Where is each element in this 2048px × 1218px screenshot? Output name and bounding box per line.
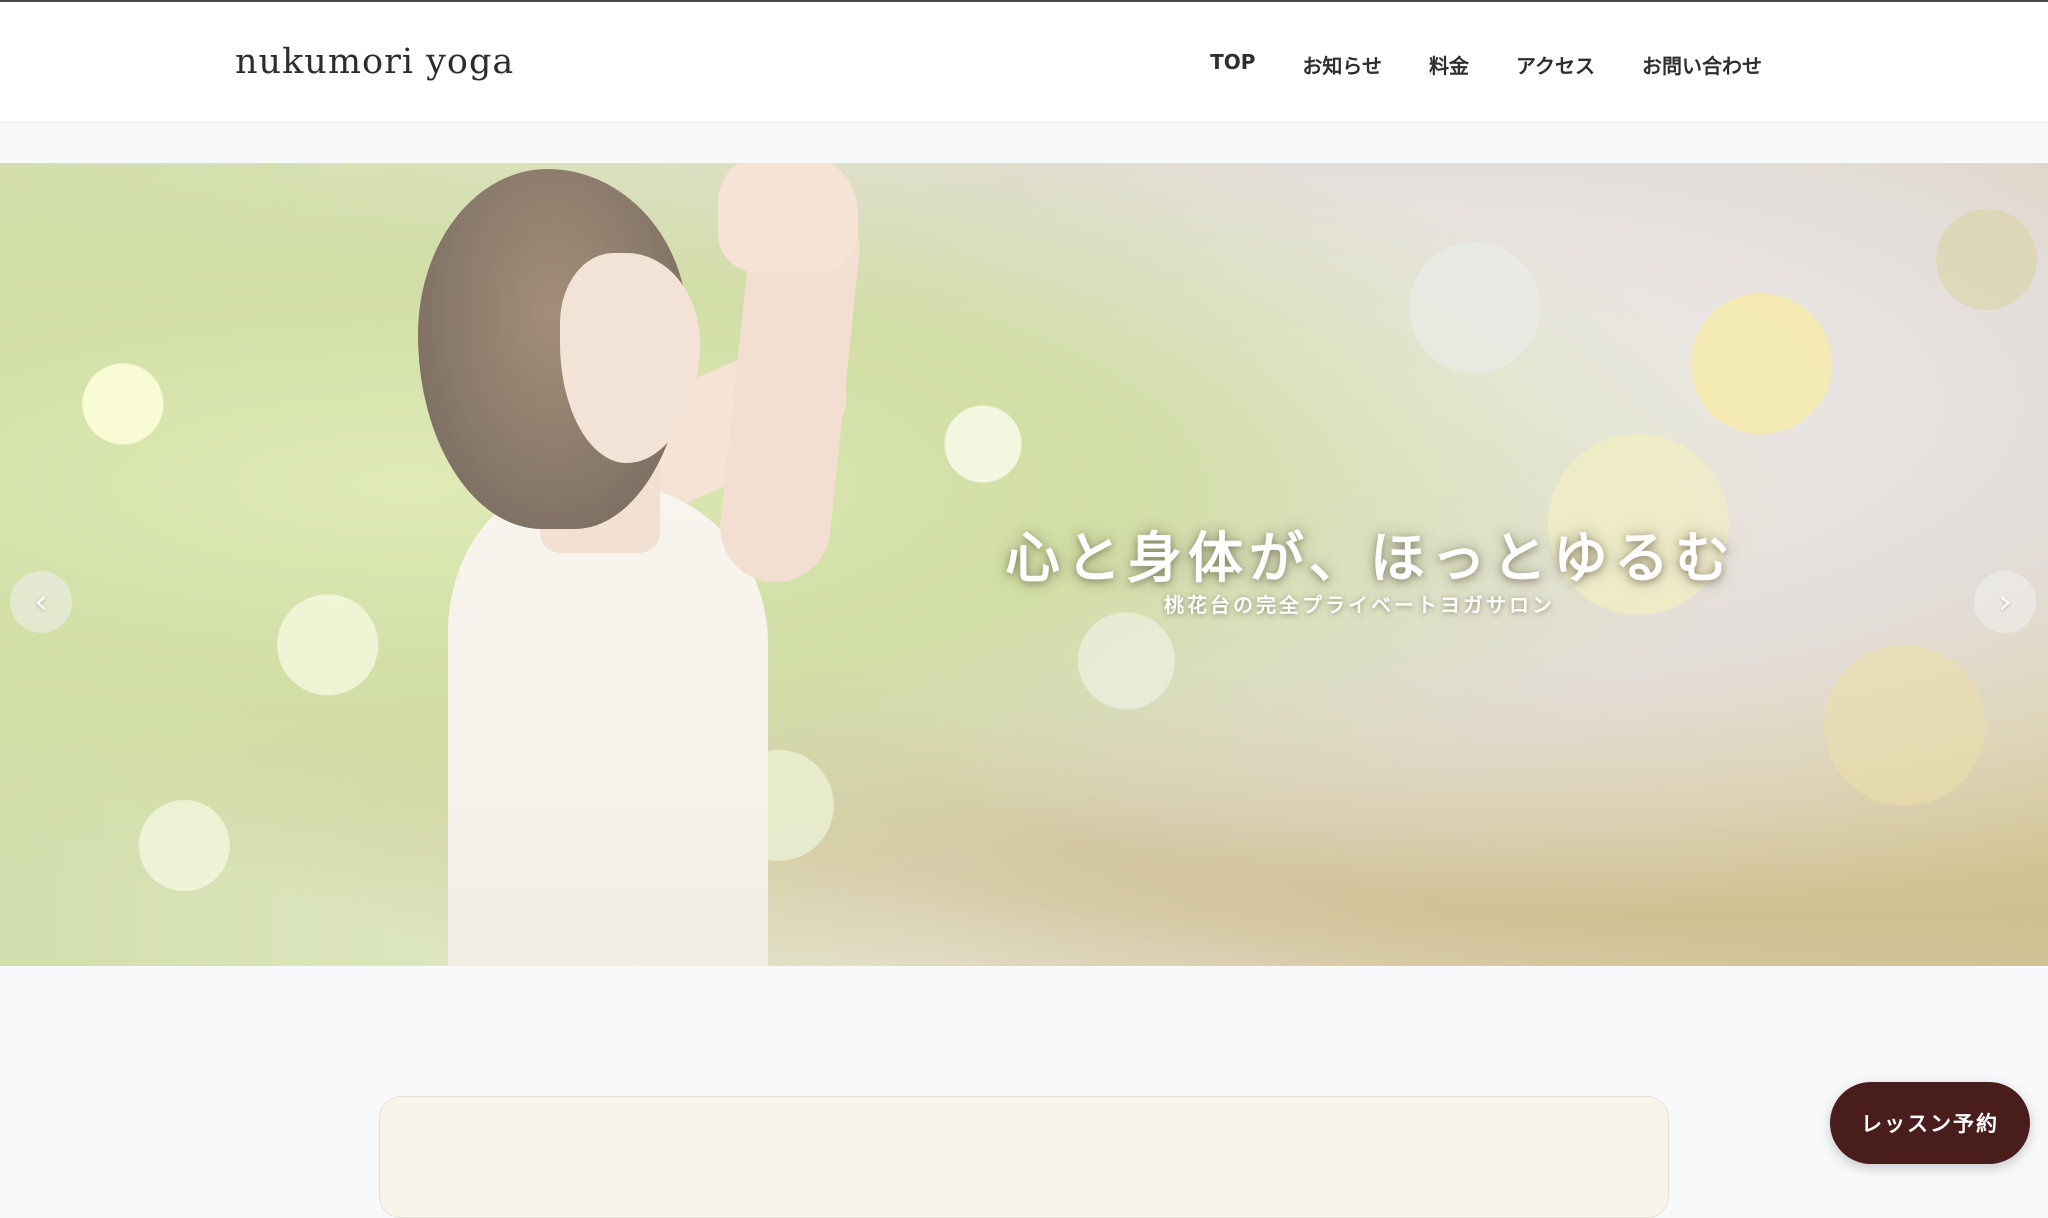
slider-next-button[interactable]: › bbox=[1974, 571, 2036, 633]
site-logo[interactable]: nukumori yoga bbox=[235, 42, 514, 82]
chevron-left-icon: ‹ bbox=[34, 582, 48, 622]
nav-item-access[interactable]: アクセス bbox=[1516, 50, 1595, 79]
chevron-right-icon: › bbox=[1998, 582, 2012, 622]
main-nav: TOP お知らせ 料金 アクセス お問い合わせ bbox=[1210, 50, 1762, 79]
lesson-reservation-button[interactable]: レッスン予約 bbox=[1830, 1082, 2030, 1164]
content-card bbox=[379, 1096, 1669, 1218]
site-header: nukumori yoga TOP お知らせ 料金 アクセス お問い合わせ bbox=[0, 2, 2048, 123]
nav-item-news[interactable]: お知らせ bbox=[1302, 50, 1382, 79]
hero-subtitle: 桃花台の完全プライベートヨガサロン bbox=[1164, 593, 1555, 617]
slider-prev-button[interactable]: ‹ bbox=[10, 571, 72, 633]
hero-slider: 心と身体が、ほっとゆるむ 桃花台の完全プライベートヨガサロン ‹ › bbox=[0, 163, 2048, 966]
nav-item-pricing[interactable]: 料金 bbox=[1429, 50, 1469, 79]
hero-title: 心と身体が、ほっとゆるむ bbox=[1005, 525, 1736, 590]
nav-item-contact[interactable]: お問い合わせ bbox=[1642, 50, 1762, 79]
nav-item-top[interactable]: TOP bbox=[1210, 50, 1255, 79]
